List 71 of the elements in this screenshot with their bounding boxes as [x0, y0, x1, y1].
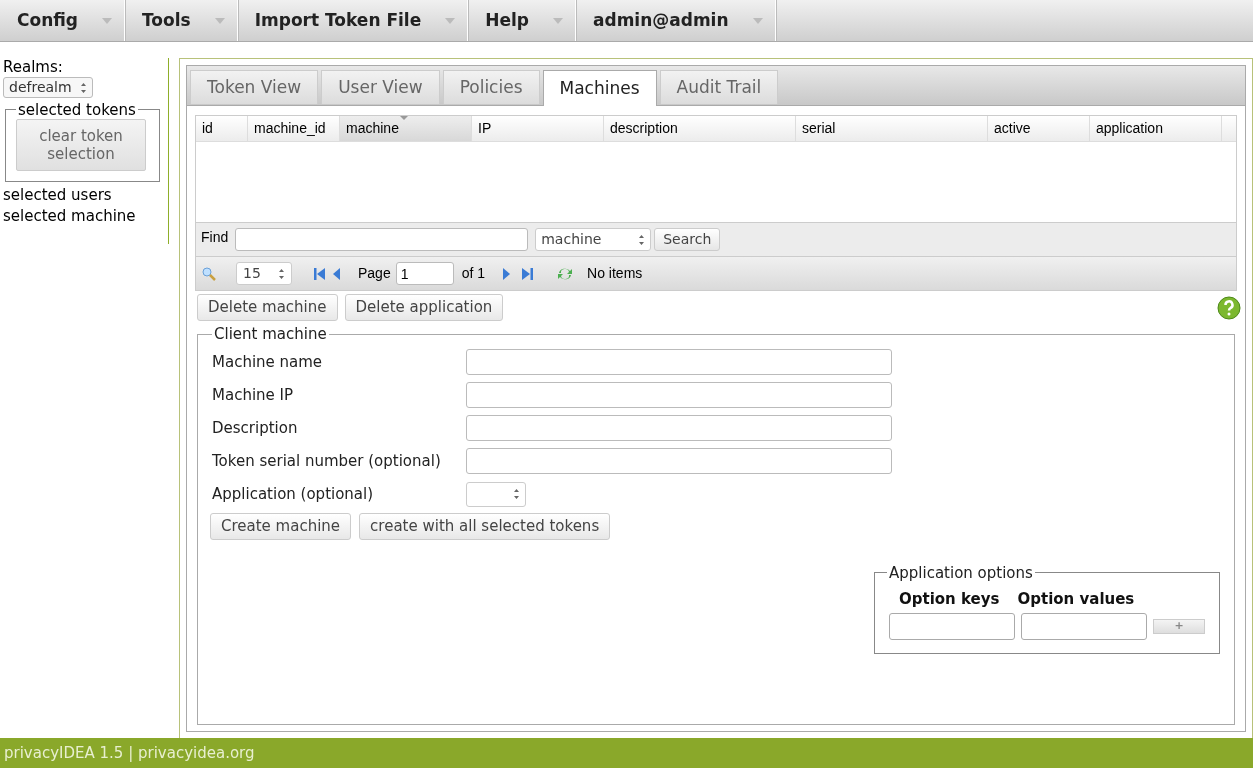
- tab[interactable]: Machines: [542, 70, 657, 106]
- selected-machine-label: selected machine: [3, 206, 137, 227]
- option-value-field[interactable]: [1021, 612, 1147, 640]
- option-key-field[interactable]: [889, 612, 1015, 640]
- page-field[interactable]: 1: [395, 262, 454, 285]
- refresh-icon[interactable]: [557, 266, 574, 281]
- clear-selection-button[interactable]: clear token selection: [16, 119, 146, 171]
- selected-users-label: selected users: [3, 185, 113, 206]
- field-label: Token serial number (optional): [212, 450, 442, 472]
- tab[interactable]: Token View: [190, 70, 319, 104]
- column-header[interactable]: serial: [796, 116, 988, 141]
- realm-select[interactable]: defrealm: [3, 77, 93, 98]
- application-select[interactable]: [466, 481, 526, 507]
- search-field-select[interactable]: machine: [535, 228, 652, 251]
- column-header[interactable]: application: [1090, 116, 1222, 141]
- page-size-select[interactable]: 15: [236, 262, 292, 285]
- menu-item[interactable]: Import Token File: [237, 0, 469, 41]
- column-header[interactable]: active: [988, 116, 1090, 141]
- field-label: Description: [212, 417, 299, 439]
- search-button[interactable]: Search: [654, 228, 721, 251]
- column-header[interactable]: IP: [472, 116, 604, 141]
- caret-icon: [214, 17, 225, 24]
- panel-legend: selected tokens: [16, 98, 138, 121]
- find-label: Find: [201, 228, 229, 247]
- column-header: Option keys: [899, 589, 1000, 610]
- spinner-icon: [513, 488, 520, 500]
- text-field[interactable]: [466, 448, 892, 474]
- find-field[interactable]: [235, 228, 529, 251]
- column-header[interactable]: machine_id: [248, 116, 340, 141]
- tab[interactable]: Policies: [442, 70, 540, 104]
- tab[interactable]: Audit Trail: [659, 70, 779, 104]
- caret-icon: [553, 17, 563, 24]
- search-icon[interactable]: [202, 266, 216, 281]
- action-button[interactable]: Delete application: [344, 294, 504, 321]
- last-page-icon[interactable]: [522, 267, 534, 280]
- caret-icon: [752, 17, 763, 24]
- panel-legend: Application options: [887, 561, 1035, 584]
- text-field[interactable]: [466, 382, 892, 408]
- column-header[interactable]: description: [604, 116, 796, 141]
- caret-icon: [445, 17, 456, 24]
- text-field[interactable]: [466, 349, 892, 375]
- menu-item[interactable]: Config: [0, 0, 126, 41]
- pager-status: No items: [587, 264, 643, 283]
- column-header[interactable]: id: [196, 116, 248, 141]
- field-label: Machine name: [212, 351, 324, 373]
- footer-text: privacyIDEA 1.5 | privacyidea.org: [4, 742, 255, 764]
- field-label: Machine IP: [212, 384, 295, 406]
- menu-item[interactable]: admin@admin: [576, 0, 776, 41]
- previous-page-icon[interactable]: [333, 267, 340, 280]
- spinner-icon: [638, 233, 646, 246]
- caret-icon: [102, 17, 113, 24]
- tab[interactable]: User View: [321, 70, 440, 104]
- create-button[interactable]: create with all selected tokens: [359, 512, 611, 540]
- spinner-icon: [278, 267, 285, 280]
- text-field[interactable]: [466, 415, 892, 441]
- column-header: Option values: [1017, 589, 1135, 610]
- menu-item[interactable]: Help: [468, 0, 576, 41]
- realms-label: Realms:: [3, 58, 64, 76]
- page-count: of 1: [461, 264, 486, 283]
- spinner-icon: [79, 81, 87, 94]
- create-button[interactable]: Create machine: [210, 512, 352, 540]
- menu-item[interactable]: Tools: [125, 0, 238, 41]
- first-page-icon[interactable]: [314, 267, 325, 280]
- page-label: Page: [358, 264, 391, 283]
- panel-legend: Client machine: [212, 323, 329, 346]
- help-icon[interactable]: [1217, 295, 1241, 320]
- column-header[interactable]: machine: [340, 116, 472, 141]
- next-page-icon[interactable]: [503, 267, 511, 280]
- sort-icon: [400, 116, 408, 120]
- field-label: Application (optional): [212, 483, 375, 505]
- action-button[interactable]: Delete machine: [197, 294, 338, 321]
